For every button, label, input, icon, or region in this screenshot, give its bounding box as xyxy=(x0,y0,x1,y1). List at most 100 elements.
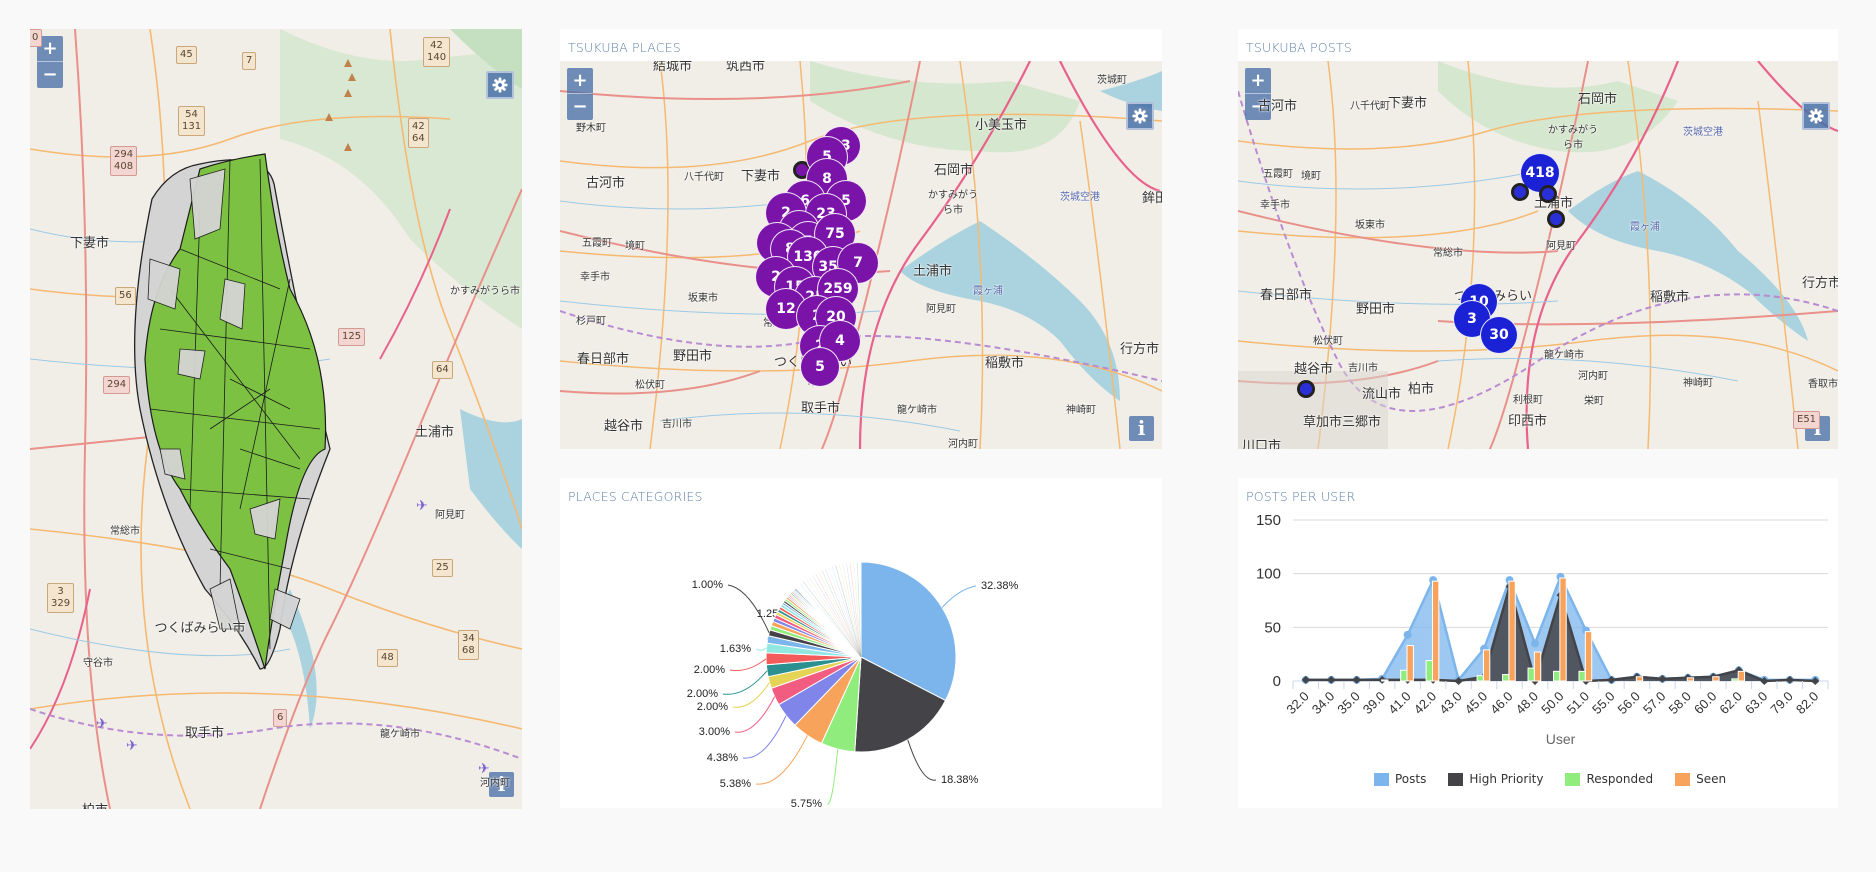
route-shield: 56 xyxy=(115,287,136,305)
post-marker[interactable] xyxy=(1547,210,1565,228)
post-marker[interactable] xyxy=(1297,380,1315,398)
map-label: 吉川市 xyxy=(662,419,692,430)
map-label: 河内町 xyxy=(1578,371,1608,382)
bar-responded xyxy=(1502,674,1510,682)
post-cluster[interactable]: 30 xyxy=(1480,316,1518,354)
bar-responded xyxy=(1552,670,1561,682)
zoom-in-button[interactable]: + xyxy=(567,68,593,94)
info-button[interactable]: i xyxy=(1129,416,1154,441)
x-tick-label: 58.0 xyxy=(1665,689,1694,718)
bar-seen xyxy=(1737,670,1746,682)
gear-icon xyxy=(1808,108,1824,124)
pie-connector xyxy=(729,658,767,671)
bar-responded xyxy=(1425,660,1433,682)
map-label: 香取市 xyxy=(1808,379,1838,390)
zoom-control: + − xyxy=(567,68,593,120)
route-shield: 42 140 xyxy=(423,37,451,67)
tsukuba-region-map[interactable]: + − i 下妻市 かすみがうら市 土浦市 阿見町 常総市 つくばみらい市 守谷… xyxy=(30,29,522,809)
y-tick-label: 150 xyxy=(1256,512,1281,529)
x-tick-label: 48.0 xyxy=(1513,689,1542,718)
bar-seen xyxy=(1533,651,1542,682)
map-label: 春日部市 xyxy=(1260,288,1313,303)
route-shield: 34 68 xyxy=(458,630,479,660)
route-shield: 294 408 xyxy=(110,146,138,176)
legend-label: Seen xyxy=(1696,772,1727,786)
map-label: 茨城空港 xyxy=(1683,127,1723,138)
map-label: 草加市 xyxy=(1303,415,1343,430)
pie-connector xyxy=(755,735,808,785)
tsukuba-places-map[interactable]: + − i 結城市 筑西市 野木町 古河市 八千代町 下妻市 小美玉市 石岡市 … xyxy=(560,61,1162,449)
y-tick-label: 100 xyxy=(1256,566,1281,583)
bar-seen xyxy=(1431,580,1440,682)
legend-label: Posts xyxy=(1395,772,1427,786)
posts-per-user-chart: 0 50 100 150 32.034.035.039.041.042.043.045.… xyxy=(1256,512,1829,747)
gear-icon xyxy=(492,77,508,93)
map-label: 常総市 xyxy=(1433,248,1463,259)
post-marker[interactable] xyxy=(1539,185,1557,203)
route-shield: 45 xyxy=(176,46,197,64)
layer-settings-button[interactable] xyxy=(1802,102,1830,130)
places-categories-panel: PLACES CATEGORIES 32.38% 18.38% 5.75% 5.38%… xyxy=(560,478,1162,808)
map-label: 河内町 xyxy=(948,439,978,449)
bar-responded xyxy=(1731,678,1739,682)
legend-item-posts[interactable]: Posts xyxy=(1374,772,1426,786)
map-label: 流山市 xyxy=(1362,387,1402,402)
map-label: 龍ケ崎市 xyxy=(897,405,937,416)
map-label: 土浦市 xyxy=(415,425,455,440)
y-tick-label: 0 xyxy=(1273,673,1281,690)
bar-seen xyxy=(1406,645,1414,682)
map-label: つくばみらい市 xyxy=(154,621,246,636)
post-marker[interactable] xyxy=(1511,183,1529,201)
map-label: 茨城空港 xyxy=(1060,192,1100,203)
map-label: 五霞町 xyxy=(582,238,612,249)
map-label: 古河市 xyxy=(586,176,626,191)
pie-data-label: 4.38% xyxy=(707,752,738,764)
x-tick-label: 42.0 xyxy=(1411,689,1440,718)
map-label: 杉戸町 xyxy=(576,316,606,327)
map-label: 霞ヶ浦 xyxy=(1630,222,1660,233)
zoom-out-button[interactable]: − xyxy=(567,94,593,120)
legend-swatch xyxy=(1675,772,1691,786)
map-label: 越谷市 xyxy=(604,419,644,434)
route-shield: 0 xyxy=(30,29,43,47)
bar-seen xyxy=(1686,677,1695,682)
x-tick-label: 51.0 xyxy=(1564,689,1593,718)
map-label: 龍ケ崎市 xyxy=(1544,350,1584,361)
layer-settings-button[interactable] xyxy=(486,71,514,99)
legend-label: Responded xyxy=(1586,772,1654,786)
tsukuba-posts-map[interactable]: + − i 古河市 八千代町 下妻市 石岡市 茨城空港 かすみがうら市 五霞町 … xyxy=(1238,61,1838,449)
map-label: 下妻市 xyxy=(70,236,110,251)
x-tick-label: 60.0 xyxy=(1691,689,1720,718)
map-label: 石岡市 xyxy=(934,163,974,178)
x-tick-label: 35.0 xyxy=(1334,689,1363,718)
x-tick-label: 45.0 xyxy=(1462,689,1491,718)
map-label: 坂東市 xyxy=(688,293,718,304)
pie-data-label: 1.00% xyxy=(692,579,723,591)
pie-data-label: 2.00% xyxy=(687,688,718,700)
layer-settings-button[interactable] xyxy=(1126,102,1154,130)
map-label: 野田市 xyxy=(673,349,713,364)
zoom-out-button[interactable]: − xyxy=(37,62,63,88)
map-label: 守谷市 xyxy=(83,658,113,669)
bar-responded xyxy=(1527,667,1535,682)
legend-item-high-priority[interactable]: High Priority xyxy=(1448,772,1543,786)
legend-item-responded[interactable]: Responded xyxy=(1565,772,1653,786)
zoom-in-button[interactable]: + xyxy=(1245,68,1271,94)
map-label: 結城市 xyxy=(653,61,693,74)
legend-item-seen[interactable]: Seen xyxy=(1675,772,1726,786)
x-tick-label: 34.0 xyxy=(1309,689,1338,718)
pie-connector xyxy=(826,749,839,805)
pie-connector xyxy=(907,739,937,781)
map-label: 吉川市 xyxy=(1348,363,1378,374)
pie-data-label: 32.38% xyxy=(981,580,1019,592)
bar-seen xyxy=(1482,649,1491,682)
map-label: 栄町 xyxy=(1584,396,1604,407)
x-tick-label: 56.0 xyxy=(1615,689,1644,718)
x-tick-label: 50.0 xyxy=(1538,689,1567,718)
route-shield: 7 xyxy=(242,52,257,70)
map-label: 松伏町 xyxy=(635,380,665,391)
map-label: 越谷市 xyxy=(1294,362,1334,377)
place-cluster[interactable]: 5 xyxy=(800,347,840,387)
airport-icon: ✈ xyxy=(126,737,138,753)
map-label: かすみがうら市 xyxy=(928,190,978,216)
